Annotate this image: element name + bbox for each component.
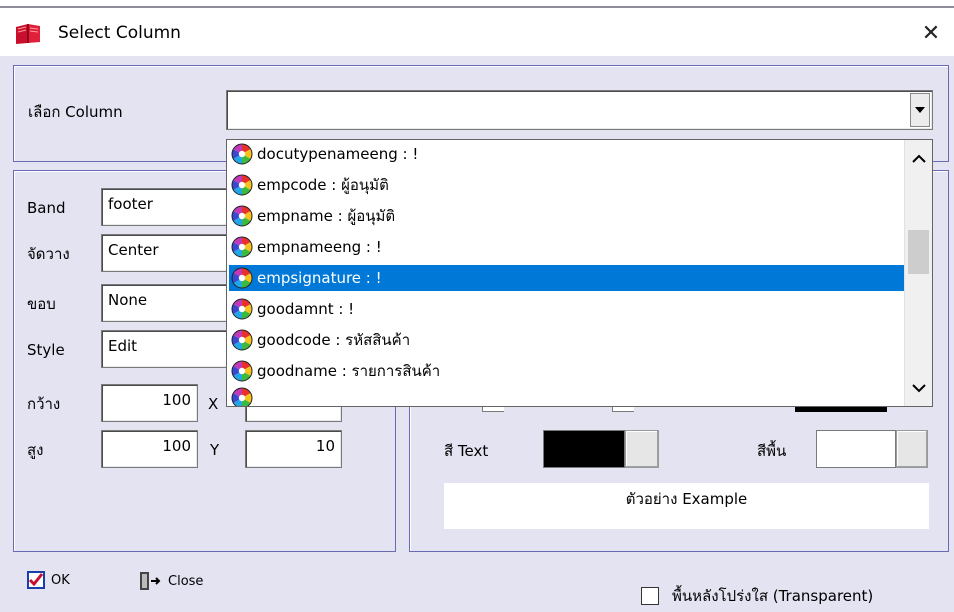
color-wheel-icon [231, 267, 253, 289]
align-field[interactable]: Center [101, 234, 231, 272]
preview-text: ตัวอย่าง Example [625, 490, 748, 508]
width-field[interactable]: 100 [101, 384, 198, 422]
window-title: Select Column [58, 23, 181, 43]
close-dialog-button[interactable]: Close [138, 571, 203, 591]
transparent-label: พื้นหลังโปร่งใส (Transparent) [672, 587, 874, 605]
width-value: 100 [162, 391, 191, 409]
dropdown-item-text: goodamnt : ! [257, 300, 355, 318]
dropdown-item-text: goodname : รายการสินค้า [257, 362, 441, 380]
text-color-swatch[interactable] [543, 430, 625, 468]
y-label: Y [210, 441, 220, 459]
color-wheel-icon [231, 360, 253, 382]
color-wheel-icon [231, 236, 253, 258]
dropdown-item-text: empcode : ผู้อนุมัติ [257, 176, 389, 194]
color-wheel-icon [231, 174, 253, 196]
x-label: X [208, 395, 219, 413]
style-field[interactable]: Edit [101, 330, 231, 368]
dropdown-item[interactable]: empnameeng : ! [229, 234, 904, 260]
width-label: กว้าง [27, 395, 61, 413]
border-label: ขอบ [27, 295, 56, 313]
ok-button[interactable]: OK [27, 571, 70, 589]
color-wheel-icon [231, 143, 253, 165]
column-select-label: เลือก Column [28, 103, 123, 121]
bg-color-label: สีพื้น [757, 442, 787, 460]
color-wheel-icon [231, 329, 253, 351]
ok-label: OK [51, 572, 70, 588]
dropdown-item[interactable]: goodamnt : ! [229, 296, 904, 322]
style-label: Style [27, 341, 65, 359]
close-icon: ✕ [921, 20, 941, 46]
chevron-down-icon [915, 107, 925, 113]
style-value: Edit [108, 337, 138, 355]
bg-color-swatch[interactable] [816, 430, 896, 468]
text-color-label: สี Text [444, 442, 489, 460]
list-scrollbar[interactable] [904, 140, 932, 406]
door-exit-icon [140, 572, 161, 590]
transparent-checkbox[interactable] [641, 587, 659, 605]
dropdown-item-text: docutypenameeng : ! [257, 145, 419, 163]
dropdown-arrow-button[interactable] [910, 93, 930, 127]
preview-box: ตัวอย่าง Example [444, 483, 929, 529]
close-button[interactable]: ✕ [908, 10, 954, 56]
dropdown-item[interactable]: goodcode : รหัสสินค้า [229, 327, 904, 353]
bg-color-picker-button[interactable] [896, 430, 928, 468]
dropdown-item[interactable]: empsignature : ! [229, 265, 904, 291]
y-field[interactable]: 10 [245, 430, 342, 468]
book-icon [14, 23, 44, 49]
band-field[interactable]: footer [101, 188, 231, 226]
band-label: Band [27, 199, 66, 217]
column-dropdown-list[interactable]: docutypenameeng : ! empcode : ผู้อนุมัติ e… [226, 139, 933, 407]
close-label: Close [168, 573, 204, 589]
align-value: Center [108, 241, 159, 259]
height-value: 100 [162, 437, 191, 455]
dropdown-item-text: empsignature : ! [257, 269, 382, 287]
dropdown-item-text: goodcode : รหัสสินค้า [257, 331, 411, 349]
dropdown-item[interactable]: empname : ผู้อนุมัติ [229, 203, 904, 229]
title-bar: Select Column ✕ [0, 10, 954, 56]
column-select-combobox[interactable] [226, 90, 933, 130]
dropdown-item-partial[interactable] [229, 387, 904, 406]
border-field[interactable]: None [101, 284, 231, 322]
align-label: จัดวาง [27, 245, 70, 263]
dropdown-item-text: empnameeng : ! [257, 238, 382, 256]
chevron-down-icon[interactable] [912, 379, 926, 397]
height-field[interactable]: 100 [101, 430, 198, 468]
color-wheel-icon [231, 205, 253, 227]
background-strip [0, 0, 954, 10]
dropdown-item-text: empname : ผู้อนุมัติ [257, 207, 396, 225]
border-value: None [108, 291, 148, 309]
band-value: footer [108, 195, 153, 213]
height-label: สูง [27, 441, 44, 459]
dropdown-item[interactable]: docutypenameeng : ! [229, 141, 904, 167]
y-value: 10 [315, 437, 335, 455]
color-wheel-icon [231, 387, 253, 406]
color-wheel-icon [231, 298, 253, 320]
dropdown-item[interactable]: goodname : รายการสินค้า [229, 358, 904, 384]
scroll-thumb[interactable] [908, 230, 929, 274]
text-color-picker-button[interactable] [625, 430, 659, 468]
chevron-up-icon[interactable] [912, 149, 926, 167]
dropdown-item[interactable]: empcode : ผู้อนุมัติ [229, 172, 904, 198]
check-icon [27, 571, 45, 589]
